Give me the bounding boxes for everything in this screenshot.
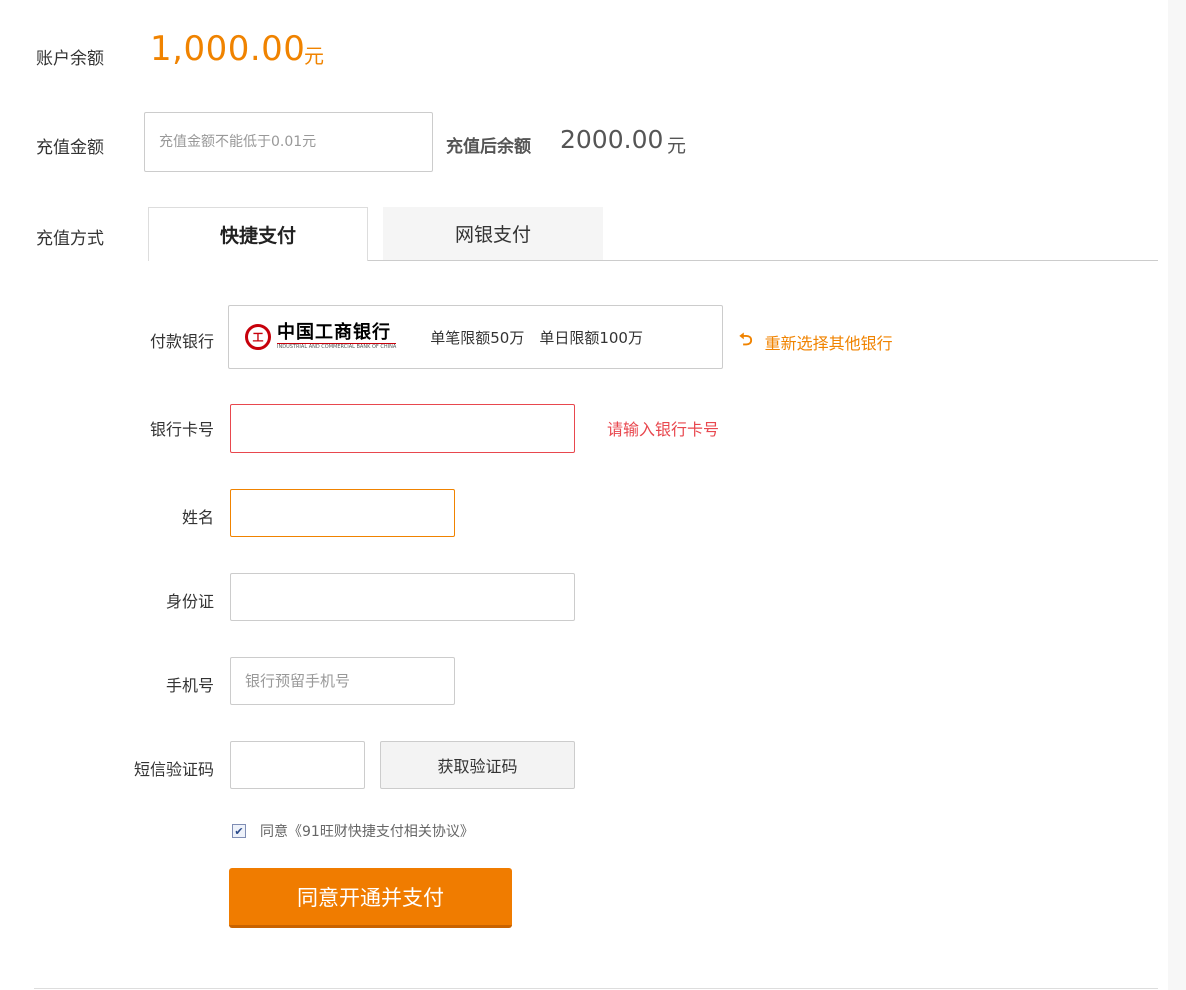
bottom-divider — [34, 988, 1158, 989]
id-label: 身份证 — [165, 592, 214, 611]
method-label: 充值方式 — [36, 229, 104, 249]
bank-name-en: INDUSTRIAL AND COMMERCIAL BANK OF CHINA — [277, 343, 397, 350]
agree-pay-button[interactable]: 同意开通并支付 — [229, 868, 512, 928]
card-number-input[interactable] — [230, 404, 575, 453]
sms-code-input[interactable] — [230, 741, 365, 789]
recharge-label: 充值金额 — [36, 138, 104, 158]
bank-label: 付款银行 — [149, 332, 214, 351]
id-number-input[interactable] — [230, 573, 575, 621]
after-balance-unit: 元 — [667, 135, 687, 157]
agreement-text[interactable]: 同意《91旺财快捷支付相关协议》 — [260, 821, 474, 841]
phone-label: 手机号 — [165, 676, 214, 695]
card-label: 银行卡号 — [149, 420, 214, 439]
balance-unit: 元 — [304, 44, 324, 68]
agree-checkbox[interactable]: ✔ — [232, 824, 246, 838]
icbc-logo-icon: 工 — [245, 324, 271, 350]
card-error-message: 请输入银行卡号 — [607, 420, 720, 439]
name-input[interactable] — [230, 489, 455, 537]
balance-amount: 1,000.00 — [150, 29, 306, 69]
sms-label: 短信验证码 — [133, 760, 214, 779]
tab-online-banking[interactable]: 网银支付 — [383, 207, 603, 260]
balance-label: 账户余额 — [36, 49, 104, 69]
name-label: 姓名 — [181, 508, 214, 527]
tab-quick-pay-label: 快捷支付 — [219, 225, 296, 247]
phone-input[interactable] — [230, 657, 455, 705]
right-scroll-strip — [1168, 0, 1186, 990]
agree-pay-label: 同意开通并支付 — [297, 885, 444, 910]
reselect-bank-link[interactable]: ⮌ 重新选择其他银行 — [739, 327, 893, 356]
recharge-amount-input[interactable] — [144, 112, 433, 172]
bank-limits: 单笔限额50万 单日限额100万 — [430, 328, 643, 347]
icbc-logo: 工 中国工商银行 INDUSTRIAL AND COMMERCIAL BANK … — [245, 322, 397, 351]
bank-name: 中国工商银行 — [277, 322, 391, 343]
bank-selector[interactable]: 工 中国工商银行 INDUSTRIAL AND COMMERCIAL BANK … — [228, 305, 723, 369]
tab-online-banking-label: 网银支付 — [454, 224, 531, 246]
after-balance-label: 充值后余额 — [446, 137, 531, 157]
undo-arrow-icon: ⮌ — [739, 330, 753, 350]
agreement[interactable]: ✔ 同意《91旺财快捷支付相关协议》 — [232, 821, 474, 841]
get-code-button[interactable]: 获取验证码 — [380, 741, 575, 789]
get-code-label: 获取验证码 — [437, 757, 518, 776]
after-balance-amount: 2000.00 — [560, 125, 664, 154]
reselect-bank-label: 重新选择其他银行 — [764, 333, 893, 353]
tab-quick-pay[interactable]: 快捷支付 — [148, 207, 368, 261]
